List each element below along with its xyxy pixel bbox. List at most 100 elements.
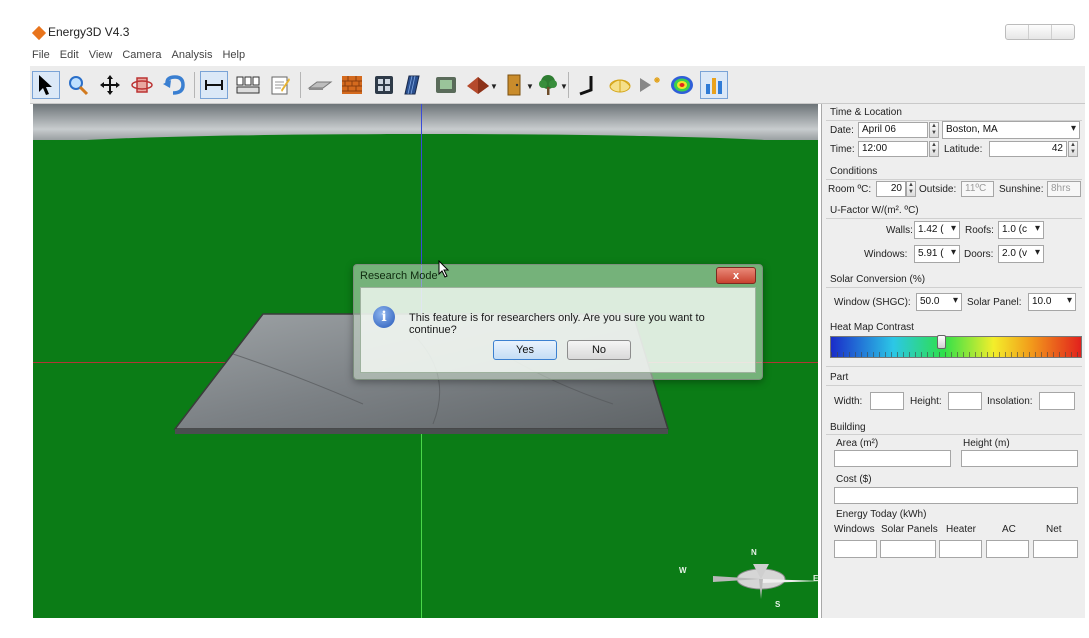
time-field[interactable]: 12:00	[858, 141, 928, 157]
sensor-box-icon[interactable]	[432, 71, 460, 99]
move-cross-icon[interactable]	[96, 71, 124, 99]
dialog-close-button[interactable]: x	[716, 267, 756, 284]
menu-help[interactable]: Help	[220, 48, 247, 66]
yes-button[interactable]: Yes	[493, 340, 557, 360]
outside-temp-field: 11ºC	[961, 181, 994, 197]
print-bench-icon[interactable]	[234, 71, 262, 99]
walls-ufactor-dropdown[interactable]: 1.42 (	[914, 221, 960, 239]
menu-file[interactable]: File	[30, 48, 52, 66]
zoom-magnifier-icon[interactable]	[64, 71, 92, 99]
group-divider	[826, 385, 1082, 386]
building-cost-field	[834, 487, 1078, 504]
energy-graph-icon[interactable]	[700, 71, 728, 99]
height-label: Height:	[910, 396, 942, 407]
latitude-field[interactable]: 42	[989, 141, 1067, 157]
maximize-button[interactable]	[1029, 25, 1052, 39]
menu-view[interactable]: View	[87, 48, 115, 66]
windows-ufactor-dropdown[interactable]: 5.91 (	[914, 245, 960, 263]
no-button[interactable]: No	[567, 340, 631, 360]
foundation-slab-icon[interactable]	[306, 71, 334, 99]
doors-ufactor-dropdown[interactable]: 2.0 (v	[998, 245, 1044, 263]
door-icon[interactable]	[500, 71, 528, 99]
window-grid-icon[interactable]	[370, 71, 398, 99]
solar-panel-icon[interactable]	[400, 71, 428, 99]
roof-pyramid-icon[interactable]	[464, 71, 492, 99]
slider-ticks	[831, 352, 1081, 357]
roof-dropdown-icon[interactable]: ▼	[490, 82, 498, 91]
dialog-body: i This feature is for researchers only. …	[360, 287, 756, 373]
roofs-ufactor-dropdown[interactable]: 1.0 (c	[998, 221, 1044, 239]
walls-label: Walls:	[886, 225, 913, 236]
tree-icon[interactable]	[534, 71, 562, 99]
sunshine-field: 8hrs	[1047, 181, 1081, 197]
energy-net-field	[1033, 540, 1078, 558]
room-temp-field[interactable]: 20	[876, 181, 906, 197]
energy-windows-field	[834, 540, 877, 558]
energy-col-ac: AC	[1002, 524, 1016, 535]
tree-dropdown-icon[interactable]: ▼	[560, 82, 568, 91]
window-controls	[1005, 24, 1075, 40]
compass: N S E W	[673, 544, 818, 614]
research-mode-dialog: Research Mode x i This feature is for re…	[353, 264, 763, 380]
heatmap-contrast-title: Heat Map Contrast	[830, 322, 914, 333]
toolbar-separator	[300, 72, 301, 98]
sun-path-icon[interactable]	[574, 71, 602, 99]
group-divider	[826, 434, 1082, 435]
brick-wall-icon[interactable]	[338, 71, 366, 99]
room-temp-label: Room ºC:	[828, 184, 872, 195]
compass-east-label: E	[813, 574, 818, 583]
heat-map-icon[interactable]	[668, 71, 696, 99]
rotate-view-icon[interactable]	[128, 71, 156, 99]
part-title: Part	[830, 372, 849, 383]
note-pad-icon[interactable]	[266, 71, 294, 99]
time-spinner[interactable]: ▲ ▼	[929, 141, 939, 157]
menu-bar: File Edit View Camera Analysis Help	[30, 48, 247, 66]
energy-solar-field	[880, 540, 936, 558]
outside-label: Outside:	[919, 184, 957, 195]
roofs-label: Roofs:	[965, 225, 994, 236]
title-bar: Energy3D V4.3	[26, 22, 1089, 48]
sunshine-label: Sunshine:	[999, 184, 1044, 195]
window-shgc-dropdown[interactable]: 50.0	[916, 293, 962, 311]
window-shgc-label: Window (SHGC):	[834, 297, 911, 308]
doors-label: Doors:	[964, 249, 994, 260]
dimension-ruler-icon[interactable]	[200, 71, 228, 99]
building-height-label: Height (m)	[963, 438, 1010, 449]
solar-panel-label: Solar Panel:	[967, 297, 1022, 308]
date-field[interactable]: April 06	[858, 122, 928, 138]
heliodon-icon[interactable]	[606, 71, 634, 99]
room-temp-spinner[interactable]: ▲ ▼	[906, 181, 916, 197]
heatmap-slider-thumb[interactable]	[937, 335, 946, 349]
area-label: Area (m²)	[836, 438, 879, 449]
dialog-message: This feature is for researchers only. Ar…	[409, 312, 705, 336]
close-window-button[interactable]	[1052, 25, 1074, 39]
cost-label: Cost ($)	[836, 474, 872, 485]
part-height-field	[948, 392, 982, 410]
building-area-field	[834, 450, 951, 467]
menu-edit[interactable]: Edit	[58, 48, 81, 66]
energy-col-windows: Windows	[834, 524, 875, 535]
location-dropdown[interactable]: Boston, MA	[942, 121, 1080, 139]
door-dropdown-icon[interactable]: ▼	[526, 82, 534, 91]
part-width-field	[870, 392, 904, 410]
sun-ray-icon[interactable]	[636, 71, 664, 99]
minimize-button[interactable]	[1006, 25, 1029, 39]
menu-camera[interactable]: Camera	[120, 48, 163, 66]
toolbar-separator	[568, 72, 569, 98]
heatmap-contrast-slider[interactable]	[830, 335, 1082, 358]
toolbar: ▼ ▼ ▼	[30, 66, 1085, 104]
latitude-spinner[interactable]: ▲ ▼	[1068, 141, 1078, 157]
group-divider	[826, 287, 1082, 288]
building-height-field	[961, 450, 1078, 467]
undo-arrow-icon[interactable]	[160, 71, 188, 99]
select-arrow-icon[interactable]	[32, 71, 60, 99]
properties-panel: Time & Location Date: April 06 ▲ ▼ Boston…	[821, 104, 1085, 618]
menu-analysis[interactable]: Analysis	[169, 48, 214, 66]
ufactor-title: U-Factor W/(m². ºC)	[830, 205, 919, 216]
insolation-label: Insolation:	[987, 396, 1033, 407]
dialog-title: Research Mode	[360, 270, 438, 282]
solar-panel-dropdown[interactable]: 10.0	[1028, 293, 1076, 311]
date-spinner[interactable]: ▲ ▼	[929, 122, 939, 138]
energy-today-title: Energy Today (kWh)	[836, 509, 927, 520]
compass-west-label: W	[679, 566, 687, 575]
